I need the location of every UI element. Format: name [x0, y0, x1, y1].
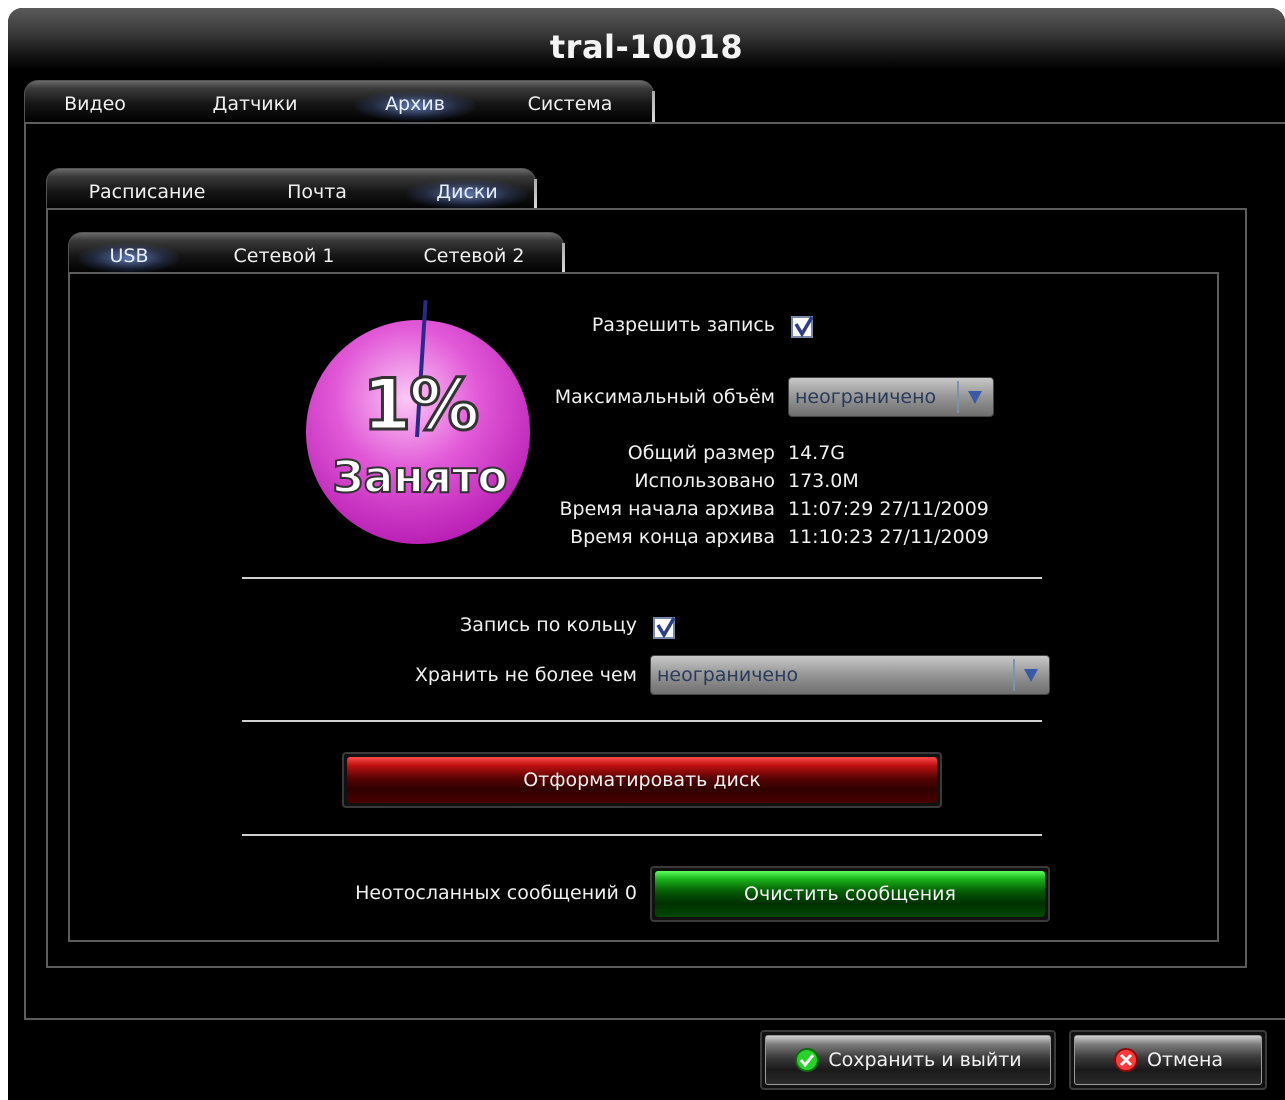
- chevron-down-icon[interactable]: [1013, 659, 1045, 691]
- allow-recording-checkbox[interactable]: [791, 316, 814, 338]
- save-exit-label: Сохранить и выйти: [828, 1049, 1022, 1071]
- gauge-percent: 1%: [361, 363, 481, 448]
- tab-video[interactable]: Видео: [45, 91, 145, 121]
- max-size-label: Максимальный объём: [554, 386, 775, 408]
- stat-label: Время конца архива: [570, 526, 775, 548]
- allow-recording-label: Разрешить запись: [591, 314, 775, 336]
- clear-messages-label: Очистить сообщения: [655, 871, 1045, 917]
- tab-schedule[interactable]: Расписание: [67, 179, 227, 209]
- sub-tabstrip: Расписание Почта Диски: [46, 168, 537, 210]
- ring-recording-label: Запись по кольцу: [460, 614, 637, 636]
- ring-recording-checkbox[interactable]: [653, 617, 676, 639]
- settings-window: tral-10018 Видео Датчики Архив Система Р…: [8, 8, 1285, 1100]
- divider: [242, 834, 1042, 836]
- title-bar: tral-10018: [8, 8, 1285, 70]
- main-tabstrip: Видео Датчики Архив Система: [24, 80, 655, 122]
- keep-limit-label: Хранить не более чем: [414, 664, 637, 686]
- tab-disks[interactable]: Диски: [407, 179, 527, 209]
- tab-archive[interactable]: Архив: [355, 91, 475, 121]
- tab-usb[interactable]: USB: [79, 243, 179, 273]
- tab-network-2[interactable]: Сетевой 2: [404, 243, 544, 273]
- cancel-button[interactable]: Отмена: [1069, 1030, 1267, 1090]
- format-disk-label: Отформатировать диск: [347, 757, 937, 803]
- tab-sensors[interactable]: Датчики: [195, 91, 315, 121]
- disk-tabstrip: USB Сетевой 1 Сетевой 2: [68, 232, 565, 274]
- tab-mail[interactable]: Почта: [267, 179, 367, 209]
- format-disk-button[interactable]: Отформатировать диск: [342, 752, 942, 808]
- disk-panel: [68, 272, 1219, 942]
- divider: [242, 577, 1042, 579]
- max-size-dropdown[interactable]: неограничено: [788, 377, 994, 417]
- divider: [242, 720, 1042, 722]
- keep-limit-dropdown[interactable]: неограничено: [650, 655, 1050, 695]
- stat-label: Время начала архива: [559, 498, 776, 520]
- save-exit-button[interactable]: Сохранить и выйти: [760, 1030, 1056, 1090]
- stat-value: 11:07:29 27/11/2009: [788, 498, 989, 520]
- tab-system[interactable]: Система: [505, 91, 635, 121]
- disk-usage-gauge: 1% Занято: [300, 292, 540, 557]
- cancel-label: Отмена: [1146, 1049, 1224, 1071]
- stat-value: 173.0M: [788, 470, 859, 492]
- tab-network-1[interactable]: Сетевой 1: [214, 243, 354, 273]
- unsent-messages-label: Неотосланных сообщений 0: [355, 882, 637, 904]
- stat-label: Использовано: [634, 470, 775, 492]
- chevron-down-icon[interactable]: [957, 381, 989, 413]
- gauge-caption: Занято: [331, 451, 508, 504]
- window-title: tral-10018: [549, 28, 744, 66]
- clear-messages-button[interactable]: Очистить сообщения: [650, 866, 1050, 922]
- stat-value: 11:10:23 27/11/2009: [788, 526, 989, 548]
- check-icon: [795, 1048, 820, 1072]
- stat-label: Общий размер: [627, 442, 775, 464]
- stat-value: 14.7G: [788, 442, 846, 464]
- max-size-value: неограничено: [795, 386, 937, 408]
- cancel-icon: [1113, 1048, 1138, 1072]
- keep-limit-value: неограничено: [657, 664, 799, 686]
